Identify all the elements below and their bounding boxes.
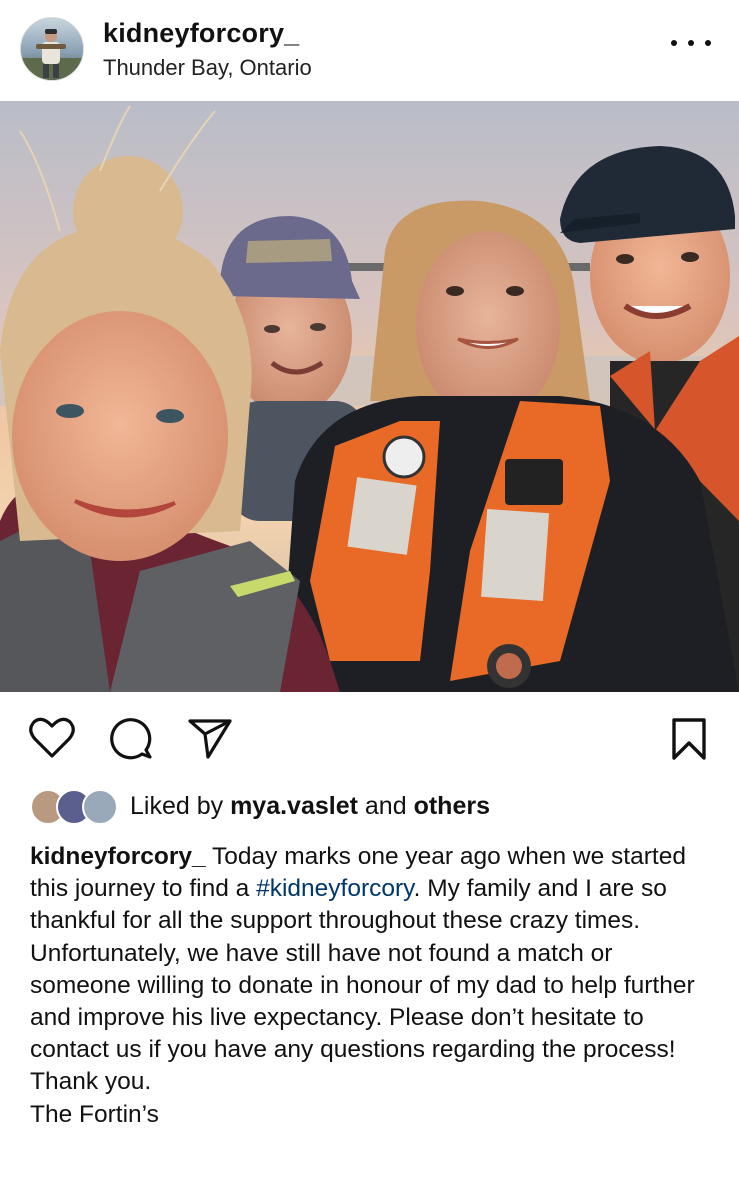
caption-text-part2: . My family and I are so thankful for al… (30, 875, 695, 1064)
liker-avatar (82, 789, 118, 825)
post-caption: kidneyforcory_ Today marks one year ago … (30, 841, 720, 1131)
liked-by-joiner: and (364, 792, 407, 820)
dot (705, 40, 711, 46)
others-link[interactable]: others (414, 792, 490, 820)
liked-by-prefix: Liked by (130, 792, 224, 820)
caption-signoff: The Fortin’s (30, 1100, 159, 1128)
bookmark-icon[interactable] (669, 717, 709, 766)
send-icon[interactable] (187, 717, 233, 766)
heart-icon[interactable] (29, 717, 75, 764)
caption-thanks: Thank you. (30, 1068, 152, 1096)
post-photo[interactable] (0, 101, 739, 692)
liked-by-text: Liked by mya.vaslet and others (130, 792, 490, 821)
profile-avatar[interactable] (20, 17, 84, 81)
first-liker-username[interactable]: mya.vaslet (230, 792, 358, 820)
dot (671, 40, 677, 46)
caption-body: kidneyforcory_ Today marks one year ago … (30, 841, 720, 1066)
post-location[interactable]: Thunder Bay, Ontario (103, 55, 312, 81)
caption-hashtag[interactable]: #kidneyforcory (256, 875, 414, 902)
post-header: kidneyforcory_ Thunder Bay, Ontario (0, 0, 739, 101)
comment-icon[interactable] (108, 717, 154, 766)
post-username[interactable]: kidneyforcory_ (103, 18, 299, 49)
dot (688, 40, 694, 46)
caption-username[interactable]: kidneyforcory_ (30, 843, 206, 870)
more-options-icon[interactable] (671, 28, 711, 58)
action-bar (0, 692, 739, 787)
likes-row[interactable]: Liked by mya.vaslet and others (30, 788, 730, 828)
